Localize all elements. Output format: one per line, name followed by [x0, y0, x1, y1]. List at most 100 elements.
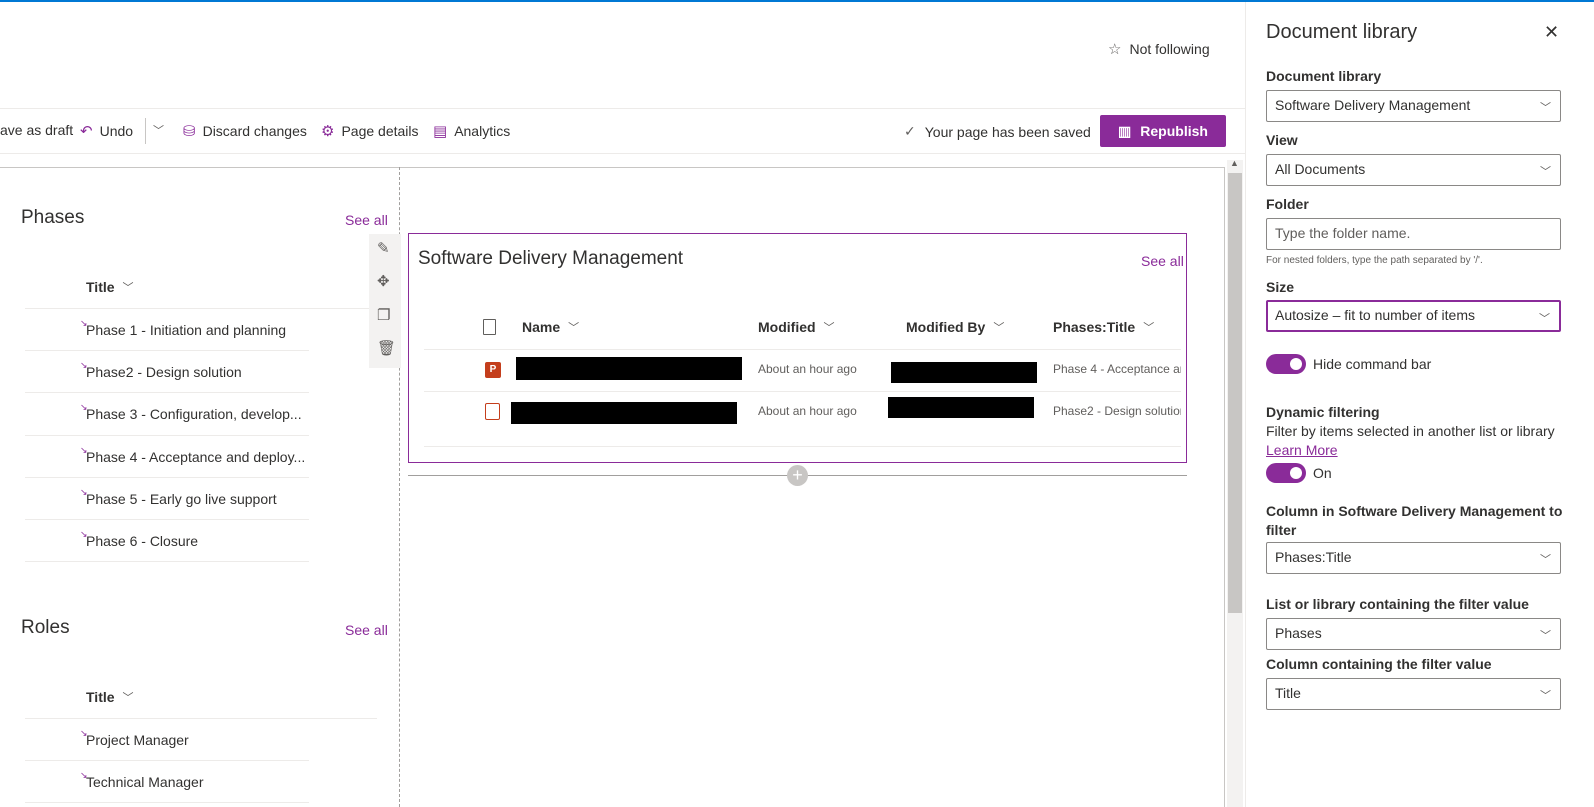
hide-command-bar-label: Hide command bar	[1313, 356, 1432, 372]
chevron-down-icon: ﹀	[1540, 166, 1551, 178]
undo-icon: ↶	[80, 123, 93, 140]
filter-column-dropdown[interactable]: Title ﹀	[1266, 678, 1561, 710]
list-item-label: Phase 3 - Configuration, develop...	[86, 406, 302, 423]
modified-cell: About an hour ago	[758, 404, 857, 418]
canvas-border-right	[1224, 167, 1225, 807]
discard-changes-button[interactable]: ⛁ Discard changes	[183, 122, 307, 140]
library-label: Document library	[1266, 68, 1382, 84]
view-dropdown-value: All Documents	[1275, 161, 1366, 177]
roles-title-column-header[interactable]: Title ﹀	[86, 689, 134, 705]
save-as-draft-button[interactable]: ave as draft	[0, 122, 73, 138]
discard-icon: ⛁	[183, 123, 196, 140]
list-item[interactable]: ↘ Phase 3 - Configuration, develop...	[25, 393, 309, 436]
list-item[interactable]: ↘ Phase 1 - Initiation and planning	[25, 309, 309, 352]
phase-cell: Phase2 - Design solutior	[1053, 404, 1181, 418]
column-header-modified[interactable]: Modified ﹀	[758, 319, 835, 335]
filter-list-value: Phases	[1275, 625, 1322, 641]
duplicate-icon[interactable]: ❐	[377, 306, 390, 324]
chevron-down-icon: ﹀	[1143, 322, 1155, 334]
page-details-label: Page details	[341, 123, 419, 139]
hide-command-bar-toggle[interactable]	[1266, 354, 1306, 374]
republish-label: Republish	[1140, 123, 1208, 139]
roles-list: ↘ Project Manager ↘ Technical Manager	[25, 719, 309, 804]
delete-trash-icon[interactable]: 🗑	[377, 339, 396, 357]
size-dropdown[interactable]: Autosize – fit to number of items ﹀	[1266, 300, 1561, 332]
filter-column-value: Title	[1275, 685, 1301, 701]
edit-pencil-icon[interactable]: ✎	[377, 239, 390, 257]
list-item[interactable]: ↘ Phase2 - Design solution	[25, 351, 309, 394]
column-header-label: Modified By	[906, 319, 986, 335]
phases-title: Phases	[21, 207, 85, 228]
save-as-draft-label: ave as draft	[0, 122, 74, 138]
folder-placeholder: Type the folder name.	[1275, 225, 1411, 241]
list-item[interactable]: ↘ Phase 4 - Acceptance and deploy...	[25, 436, 309, 478]
undo-button[interactable]: ↶ Undo	[80, 122, 133, 140]
webpart-see-all-link[interactable]: See all	[1141, 253, 1184, 269]
redacted-file-name	[516, 357, 742, 380]
column-header-phases-title[interactable]: Phases:Title ﹀	[1053, 319, 1154, 335]
column-to-filter-dropdown[interactable]: Phases:Title ﹀	[1266, 542, 1561, 574]
follow-label: Not following	[1129, 41, 1210, 57]
chevron-down-icon: ﹀	[153, 125, 164, 137]
filter-column-label: Column containing the filter value	[1266, 656, 1492, 672]
phases-see-all-link[interactable]: See all	[345, 212, 388, 228]
chevron-down-icon: ﹀	[1540, 630, 1551, 642]
learn-more-link[interactable]: Learn More	[1266, 442, 1338, 458]
webpart-title: Software Delivery Management	[418, 248, 684, 269]
scrollbar-thumb[interactable]	[1228, 173, 1242, 613]
column-header-label: Phases:Title	[1053, 319, 1136, 335]
discard-label: Discard changes	[202, 123, 307, 139]
gear-icon: ⚙	[321, 123, 335, 140]
column-header-label: Name	[522, 319, 561, 335]
chevron-down-icon: ﹀	[1539, 313, 1550, 325]
filter-list-dropdown[interactable]: Phases ﹀	[1266, 618, 1561, 650]
library-dropdown[interactable]: Software Delivery Management ﹀	[1266, 90, 1561, 122]
close-icon[interactable]: ✕	[1544, 22, 1559, 43]
page-details-button[interactable]: ⚙ Page details	[321, 122, 419, 140]
list-item[interactable]: ↘ Phase 6 - Closure	[25, 520, 309, 563]
list-item[interactable]: ↘ Technical Manager	[25, 761, 309, 804]
more-undo-chevron[interactable]: ﹀	[153, 122, 164, 138]
column-header-label: Modified	[758, 319, 816, 335]
roles-title: Roles	[21, 617, 70, 638]
list-item-label: Phase 6 - Closure	[86, 532, 199, 549]
chevron-down-icon: ﹀	[823, 322, 835, 334]
republish-button[interactable]: ▥ Republish	[1100, 115, 1226, 147]
folder-input[interactable]: Type the folder name.	[1266, 218, 1561, 250]
move-icon[interactable]: ✥	[377, 272, 390, 290]
property-pane: Document library ✕ Document library Soft…	[1245, 2, 1594, 807]
follow-button[interactable]: ☆ Not following	[1108, 40, 1210, 58]
column-to-filter-label: Column in Software Delivery Management t…	[1266, 503, 1563, 538]
dynamic-filtering-toggle[interactable]	[1266, 463, 1306, 483]
canvas-border-top	[0, 167, 1225, 168]
chevron-down-icon: ﹀	[993, 322, 1005, 334]
redacted-file-name	[511, 402, 737, 424]
scroll-up-arrow-icon[interactable]: ▲	[1230, 158, 1239, 168]
add-webpart-plus-icon[interactable]: +	[787, 465, 808, 486]
phases-list: ↘ Phase 1 - Initiation and planning ↘ Phas…	[25, 309, 309, 563]
document-library-webpart[interactable]: Software Delivery Management See all Nam…	[408, 233, 1187, 463]
column-header-modified-by[interactable]: Modified By ﹀	[906, 319, 1004, 335]
list-item-label: Phase 1 - Initiation and planning	[86, 322, 287, 338]
column-header-label: Title	[86, 689, 115, 705]
phases-title-column-header[interactable]: Title ﹀	[86, 279, 134, 295]
analytics-button[interactable]: ▤ Analytics	[433, 122, 510, 140]
list-item[interactable]: ↘ Phase 5 - Early go live support	[25, 478, 309, 520]
undo-label: Undo	[99, 123, 134, 139]
webpart-toolbar: ✎ ✥ ❐ 🗑	[369, 234, 401, 368]
dynamic-filtering-description: Filter by items selected in another list…	[1266, 423, 1555, 439]
view-dropdown[interactable]: All Documents ﹀	[1266, 154, 1561, 186]
library-dropdown-value: Software Delivery Management	[1275, 97, 1471, 113]
toggle-knob	[1290, 358, 1302, 370]
column-header-name[interactable]: Name ﹀	[522, 319, 579, 335]
chevron-down-icon: ﹀	[568, 322, 580, 334]
size-label: Size	[1266, 279, 1295, 295]
list-item-label: Phase2 - Design solution	[86, 364, 242, 381]
chevron-down-icon: ﹀	[122, 692, 134, 704]
roles-see-all-link[interactable]: See all	[345, 622, 388, 638]
command-separator	[145, 118, 146, 144]
video-file-icon	[485, 403, 500, 420]
redacted-modified-by	[891, 362, 1037, 383]
book-icon: ▥	[1118, 122, 1132, 139]
list-item[interactable]: ↘ Project Manager	[25, 719, 309, 762]
